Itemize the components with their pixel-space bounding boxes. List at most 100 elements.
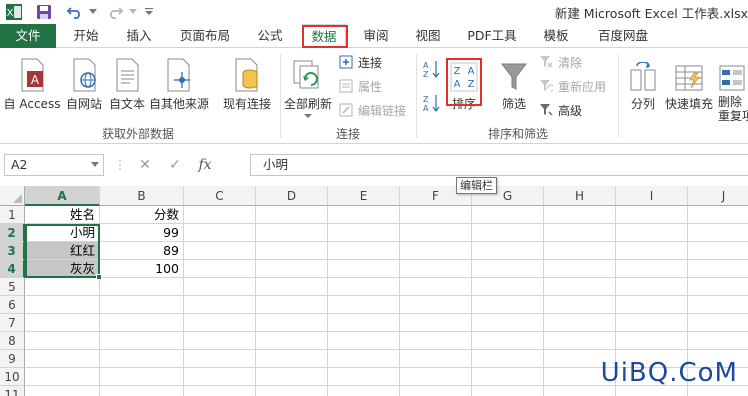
cell-C11[interactable] (184, 386, 256, 396)
cell-D2[interactable] (256, 224, 328, 242)
cell-G11[interactable] (472, 386, 544, 396)
row-header[interactable]: 8 (0, 332, 25, 350)
cell-A8[interactable] (25, 332, 100, 350)
cell-E11[interactable] (328, 386, 400, 396)
cell-B4[interactable]: 100 (100, 260, 184, 278)
cell-C4[interactable] (184, 260, 256, 278)
cell-F10[interactable] (400, 368, 472, 386)
flash-fill-button[interactable]: 快速填充 (664, 56, 714, 112)
cell-D9[interactable] (256, 350, 328, 368)
cell-G1[interactable] (472, 206, 544, 224)
cell-F6[interactable] (400, 296, 472, 314)
name-box[interactable]: A2 (4, 154, 104, 176)
cell-C2[interactable] (184, 224, 256, 242)
tab-view[interactable]: 视图 (406, 24, 450, 48)
redo-dropdown-icon[interactable] (128, 2, 138, 22)
cell-B11[interactable] (100, 386, 184, 396)
formula-input[interactable]: 小明 (250, 154, 748, 176)
column-header[interactable]: B (100, 186, 184, 206)
cell-G4[interactable] (472, 260, 544, 278)
cell-A3[interactable]: 红红 (25, 242, 100, 260)
cell-J1[interactable] (688, 206, 748, 224)
text-to-columns-button[interactable]: 分列 (624, 56, 662, 112)
cell-B2[interactable]: 99 (100, 224, 184, 242)
customize-toolbar-icon[interactable] (144, 2, 154, 22)
cell-I8[interactable] (616, 332, 688, 350)
cell-E7[interactable] (328, 314, 400, 332)
cell-G8[interactable] (472, 332, 544, 350)
cell-H1[interactable] (544, 206, 616, 224)
cell-C7[interactable] (184, 314, 256, 332)
cell-E9[interactable] (328, 350, 400, 368)
tab-formulas[interactable]: 公式 (248, 24, 292, 48)
cell-E1[interactable] (328, 206, 400, 224)
formula-bar-grip-icon[interactable]: ⋮ (114, 158, 126, 172)
row-header[interactable]: 6 (0, 296, 25, 314)
advanced-filter-button[interactable]: 高级 (538, 100, 582, 120)
cell-E2[interactable] (328, 224, 400, 242)
cell-D3[interactable] (256, 242, 328, 260)
cell-G7[interactable] (472, 314, 544, 332)
tab-page-layout[interactable]: 页面布局 (170, 24, 240, 48)
cell-A4[interactable]: 灰灰 (25, 260, 100, 278)
existing-connections-button[interactable]: 现有连接 (218, 56, 276, 112)
remove-duplicates-button[interactable]: 删除 重复项 (718, 56, 748, 123)
cell-F11[interactable] (400, 386, 472, 396)
tab-home[interactable]: 开始 (64, 24, 108, 48)
redo-icon[interactable] (104, 2, 126, 22)
cell-H3[interactable] (544, 242, 616, 260)
cell-I2[interactable] (616, 224, 688, 242)
cell-H5[interactable] (544, 278, 616, 296)
cell-G10[interactable] (472, 368, 544, 386)
column-header[interactable]: A (25, 186, 100, 206)
reapply-button[interactable]: 重新应用 (538, 76, 606, 96)
column-header[interactable]: H (544, 186, 616, 206)
cell-G3[interactable] (472, 242, 544, 260)
cell-B8[interactable] (100, 332, 184, 350)
cell-B7[interactable] (100, 314, 184, 332)
filter-button[interactable]: 筛选 (496, 56, 532, 112)
cell-E10[interactable] (328, 368, 400, 386)
cell-I1[interactable] (616, 206, 688, 224)
cell-I7[interactable] (616, 314, 688, 332)
cell-D8[interactable] (256, 332, 328, 350)
clear-filter-button[interactable]: 清除 (538, 52, 582, 72)
cell-H4[interactable] (544, 260, 616, 278)
cell-F5[interactable] (400, 278, 472, 296)
cell-A11[interactable] (25, 386, 100, 396)
sort-ascending-button[interactable]: A Z (422, 58, 444, 80)
cancel-icon[interactable]: ✕ (130, 157, 160, 173)
connections-button[interactable]: 连接 (338, 52, 382, 72)
cell-F7[interactable] (400, 314, 472, 332)
cell-J3[interactable] (688, 242, 748, 260)
cell-C10[interactable] (184, 368, 256, 386)
cell-H7[interactable] (544, 314, 616, 332)
cell-B10[interactable] (100, 368, 184, 386)
cell-J6[interactable] (688, 296, 748, 314)
column-header[interactable]: C (184, 186, 256, 206)
cell-G9[interactable] (472, 350, 544, 368)
cell-A6[interactable] (25, 296, 100, 314)
row-header[interactable]: 4 (0, 260, 25, 278)
row-header[interactable]: 11 (0, 386, 25, 396)
cell-I5[interactable] (616, 278, 688, 296)
cell-B6[interactable] (100, 296, 184, 314)
cell-J7[interactable] (688, 314, 748, 332)
cell-J8[interactable] (688, 332, 748, 350)
cell-H6[interactable] (544, 296, 616, 314)
cell-F3[interactable] (400, 242, 472, 260)
cell-E3[interactable] (328, 242, 400, 260)
cell-C5[interactable] (184, 278, 256, 296)
tab-insert[interactable]: 插入 (116, 24, 162, 48)
column-header[interactable]: I (616, 186, 688, 206)
cell-C1[interactable] (184, 206, 256, 224)
row-header[interactable]: 2 (0, 224, 25, 242)
cell-F9[interactable] (400, 350, 472, 368)
cell-J4[interactable] (688, 260, 748, 278)
from-access-button[interactable]: A 自 Access (2, 56, 62, 112)
undo-icon[interactable] (64, 2, 86, 22)
column-header[interactable]: J (688, 186, 748, 206)
cell-H2[interactable] (544, 224, 616, 242)
cell-A5[interactable] (25, 278, 100, 296)
cell-F8[interactable] (400, 332, 472, 350)
